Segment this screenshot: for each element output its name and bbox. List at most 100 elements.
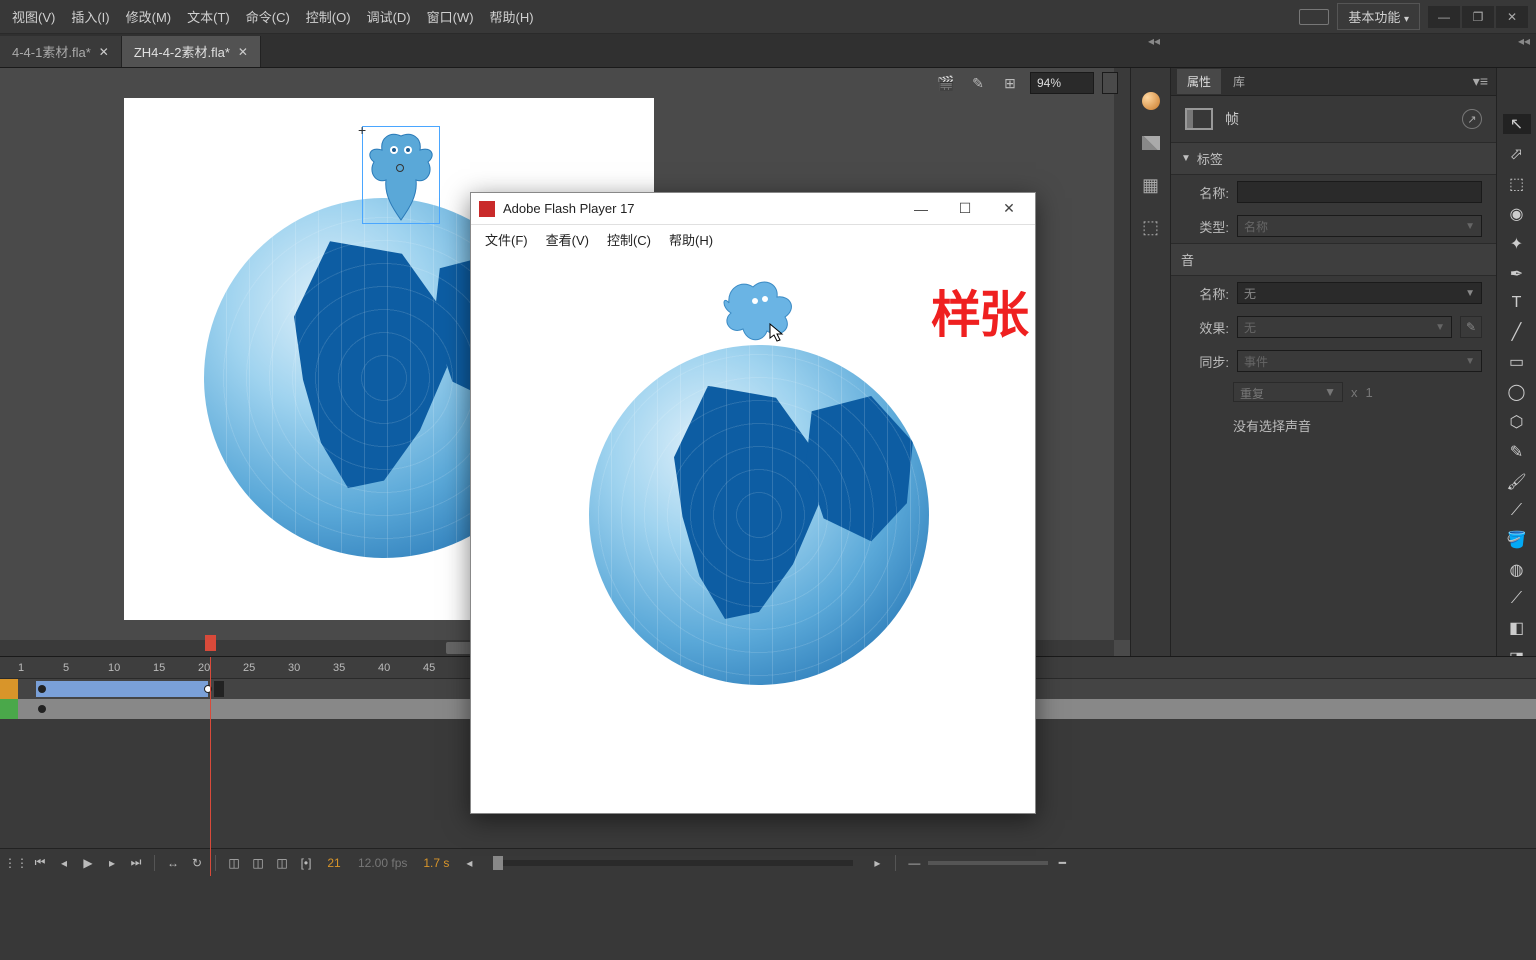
menu-window[interactable]: 窗口(W) [419, 3, 482, 30]
frame-type-select: 名称▼ [1237, 215, 1482, 237]
label-type: 类型: [1185, 217, 1229, 236]
text-tool[interactable]: T [1503, 294, 1531, 312]
color-wheel-icon[interactable] [1138, 88, 1164, 114]
menu-command[interactable]: 命令(C) [238, 3, 298, 30]
flash-menu-control[interactable]: 控制(C) [599, 227, 659, 252]
swatches-icon[interactable] [1138, 130, 1164, 156]
flash-player-window[interactable]: Adobe Flash Player 17 — ☐ ✕ 文件(F) 查看(V) … [470, 192, 1036, 814]
window-minimize[interactable]: — [1428, 6, 1460, 28]
menu-text[interactable]: 文本(T) [179, 3, 238, 30]
window-restore[interactable]: ❐ [1462, 6, 1494, 28]
ruler-mark: 40 [378, 662, 423, 674]
zoom-dropdown[interactable] [1102, 72, 1118, 94]
current-frame-readout[interactable]: 21 [320, 856, 348, 870]
sound-sync-select: 事件▼ [1237, 350, 1482, 372]
align-panel-icon[interactable]: ▦ [1138, 172, 1164, 198]
fps-readout[interactable]: 12.00 fps [352, 856, 413, 870]
lasso-tool[interactable]: ✦ [1503, 234, 1531, 254]
doc-tab-1-close-icon[interactable]: ✕ [99, 45, 109, 59]
doc-tab-1[interactable]: 4-4-1素材.fla* ✕ [0, 36, 122, 67]
mascot-symbol[interactable] [362, 126, 440, 224]
panel-collapse-handle-right[interactable]: ◂◂ [1518, 34, 1530, 48]
paint-bucket-tool[interactable]: 🪣 [1503, 530, 1531, 550]
goto-first-frame[interactable]: ⏮ [30, 854, 50, 872]
eraser-tool[interactable]: ◧ [1503, 618, 1531, 638]
screen-mode-icon[interactable] [1299, 9, 1329, 25]
timeline-scroll-slider[interactable] [493, 860, 853, 866]
brush-tool[interactable]: 🖌 [1503, 472, 1531, 492]
timeline-menu-icon[interactable]: ⋮⋮ [6, 854, 26, 872]
flash-menu-file[interactable]: 文件(F) [477, 227, 536, 252]
onion-skin-outlines-icon[interactable]: ◫ [248, 854, 268, 872]
menu-debug[interactable]: 调试(D) [359, 3, 419, 30]
tab-library[interactable]: 库 [1223, 69, 1255, 94]
panel-options-icon[interactable]: ▾≡ [1465, 69, 1496, 94]
doc-tab-1-label: 4-4-1素材.fla* [12, 42, 91, 61]
center-frame-icon[interactable]: ↔ [163, 854, 183, 872]
edit-scene-icon[interactable]: 🎬 [934, 73, 958, 93]
eyedropper-tool[interactable]: ⟋ [1503, 590, 1531, 608]
menu-control[interactable]: 控制(O) [298, 3, 359, 30]
selection-tool[interactable]: ↖ [1503, 114, 1531, 134]
flash-menubar: 文件(F) 查看(V) 控制(C) 帮助(H) [471, 225, 1035, 253]
window-close[interactable]: ✕ [1496, 6, 1528, 28]
step-back[interactable]: ◂ [54, 854, 74, 872]
3d-rotation-tool[interactable]: ◉ [1503, 204, 1531, 224]
rectangle-tool[interactable]: ▭ [1503, 352, 1531, 372]
zoom-out-timeline[interactable]: — [904, 854, 924, 872]
step-forward[interactable]: ▸ [102, 854, 122, 872]
goto-icon[interactable]: ↗ [1462, 109, 1482, 129]
flash-close[interactable]: ✕ [987, 194, 1031, 224]
menu-help[interactable]: 帮助(H) [482, 3, 542, 30]
section-sound-header[interactable]: 音 [1171, 243, 1496, 276]
zoom-in-timeline[interactable]: ━ [1052, 854, 1072, 872]
timeline-playhead[interactable] [210, 657, 211, 876]
flash-menu-view[interactable]: 查看(V) [538, 227, 597, 252]
flash-menu-help[interactable]: 帮助(H) [661, 227, 721, 252]
zoom-input[interactable] [1030, 72, 1094, 94]
section-label-header[interactable]: ▼标签 [1171, 142, 1496, 175]
flash-titlebar[interactable]: Adobe Flash Player 17 — ☐ ✕ [471, 193, 1035, 225]
center-stage-icon[interactable]: ⊞ [998, 73, 1022, 93]
menu-insert[interactable]: 插入(I) [63, 3, 117, 30]
play-button[interactable]: ▶ [78, 854, 98, 872]
info-panel-icon[interactable]: ⬚ [1138, 214, 1164, 240]
menu-view[interactable]: 视图(V) [4, 3, 63, 30]
timeline-zoom-slider[interactable] [928, 861, 1048, 865]
edit-effect-button: ✎ [1460, 316, 1482, 338]
time-readout[interactable]: 1.7 s [417, 856, 455, 870]
onion-skin-icon[interactable]: ◫ [224, 854, 244, 872]
ruler-mark: 1 [18, 662, 63, 674]
flash-maximize[interactable]: ☐ [943, 194, 987, 224]
line-tool[interactable]: ╱ [1503, 322, 1531, 342]
pencil-tool[interactable]: ✎ [1503, 442, 1531, 462]
scroll-right-icon[interactable]: ▸ [867, 854, 887, 872]
ruler-mark: 35 [333, 662, 378, 674]
flash-minimize[interactable]: — [899, 194, 943, 224]
bone-tool[interactable]: ⟋ [1503, 502, 1531, 520]
frame-name-input[interactable] [1237, 181, 1482, 203]
ruler-mark: 10 [108, 662, 153, 674]
edit-multiple-frames-icon[interactable]: ◫ [272, 854, 292, 872]
sound-name-select[interactable]: 无▼ [1237, 282, 1482, 304]
workspace-switcher[interactable]: 基本功能 ▾ [1337, 3, 1420, 30]
ink-bottle-tool[interactable]: ◍ [1503, 560, 1531, 580]
sound-effect-select: 无▼ [1237, 316, 1452, 338]
stage-v-scrollbar[interactable] [1114, 68, 1130, 640]
scroll-left-icon[interactable]: ◂ [459, 854, 479, 872]
loop-icon[interactable]: ↻ [187, 854, 207, 872]
panel-collapse-handle-left[interactable]: ◂◂ [1148, 34, 1160, 48]
document-tabbar: 4-4-1素材.fla* ✕ ZH4-4-2素材.fla* ✕ [0, 34, 1536, 68]
subselection-tool[interactable]: ⬀ [1503, 144, 1531, 164]
polystar-tool[interactable]: ⬡ [1503, 412, 1531, 432]
menu-modify[interactable]: 修改(M) [118, 3, 180, 30]
tab-properties[interactable]: 属性 [1177, 69, 1221, 94]
doc-tab-2-close-icon[interactable]: ✕ [238, 45, 248, 59]
modify-markers-icon[interactable]: [•] [296, 854, 316, 872]
oval-tool[interactable]: ◯ [1503, 382, 1531, 402]
free-transform-tool[interactable]: ⬚ [1503, 174, 1531, 194]
goto-last-frame[interactable]: ⏭ [126, 854, 146, 872]
doc-tab-2[interactable]: ZH4-4-2素材.fla* ✕ [122, 36, 261, 67]
pen-tool[interactable]: ✒ [1503, 264, 1531, 284]
edit-symbol-icon[interactable]: ✎ [966, 73, 990, 93]
